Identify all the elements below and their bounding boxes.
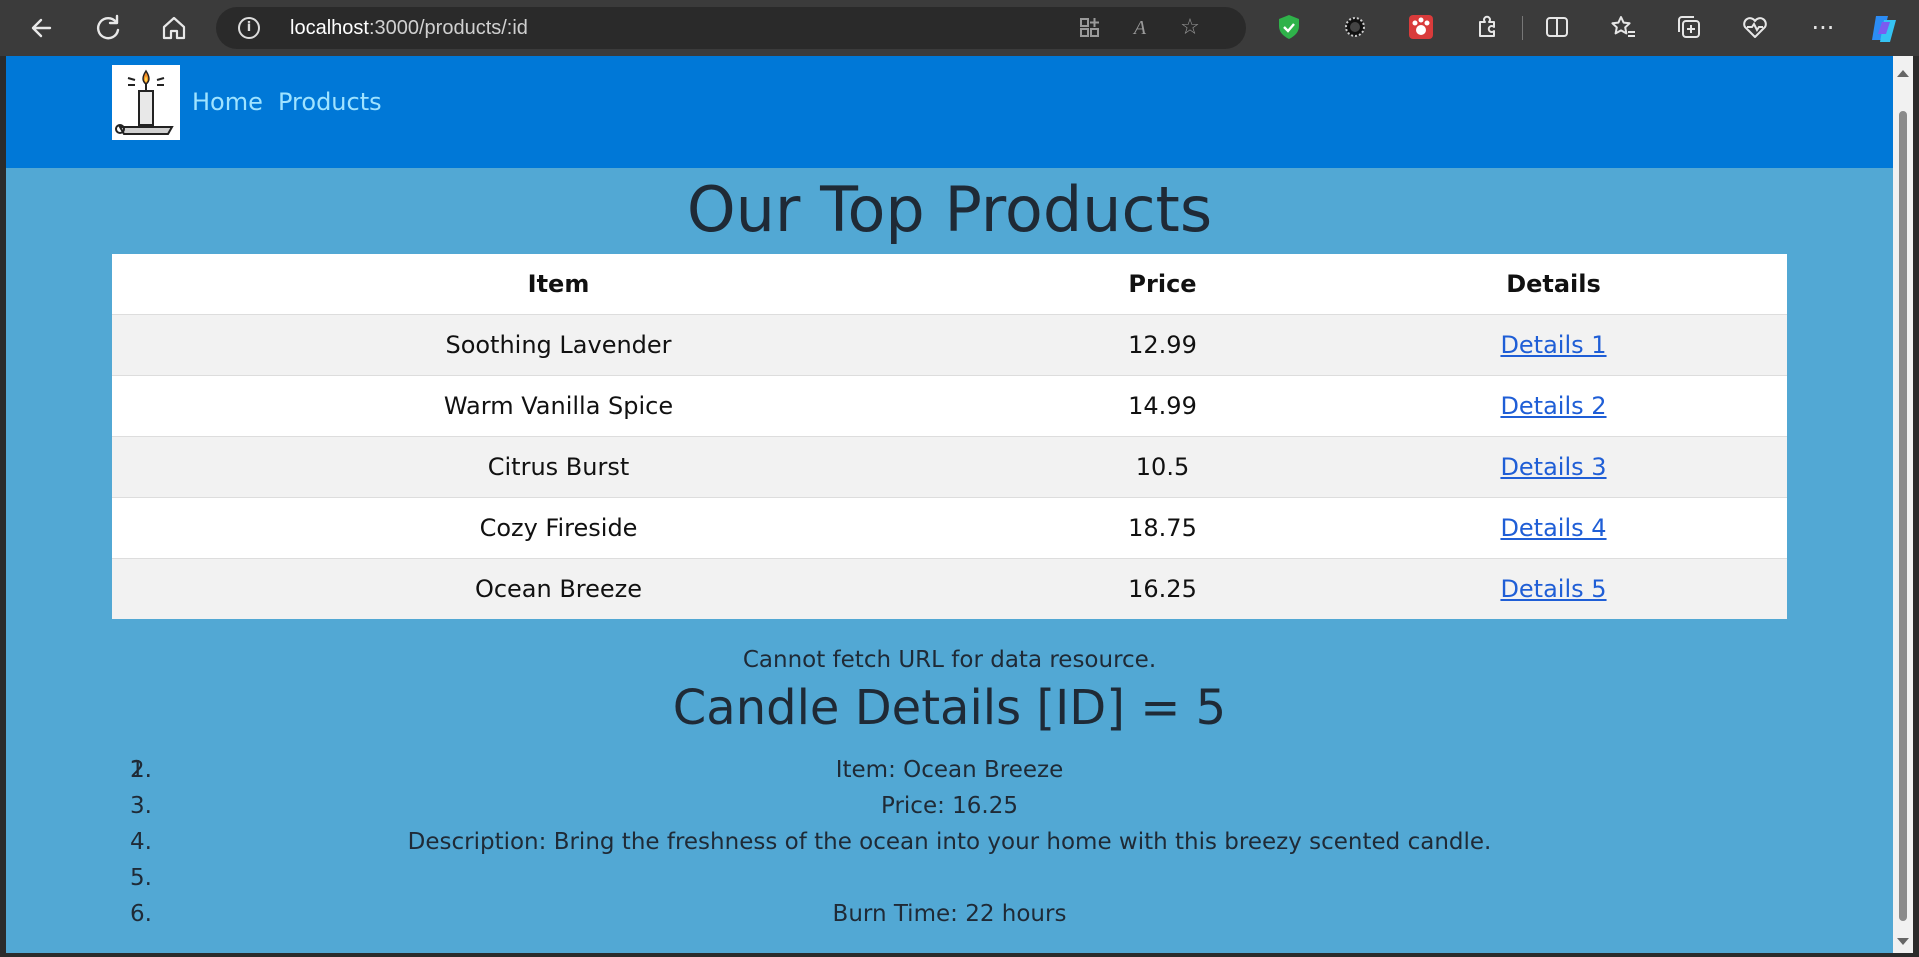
list-item: 5. xyxy=(6,860,1893,896)
details-link-5[interactable]: Details 5 xyxy=(1500,575,1606,603)
cell-details: Details 3 xyxy=(1320,436,1787,498)
details-list: 2. Item: Ocean Breeze 3. Price: 16.25 4. De… xyxy=(6,752,1893,932)
list-number: 2. xyxy=(130,757,152,783)
url-host: localhost xyxy=(290,17,369,39)
list-item-text: Burn Time: 22 hours xyxy=(832,901,1067,927)
cell-item: Citrus Burst xyxy=(112,436,1005,498)
details-title: Candle Details [ID] = 5 xyxy=(672,680,1227,736)
paw-extension-icon[interactable] xyxy=(1404,12,1438,44)
table-row: Cozy Fireside 18.75 Details 4 xyxy=(112,497,1787,559)
list-number: 3. xyxy=(130,793,152,819)
table-row: Soothing Lavender 12.99 Details 1 xyxy=(112,314,1787,376)
cell-details: Details 5 xyxy=(1320,558,1787,619)
browser-essentials-icon[interactable] xyxy=(1738,12,1772,44)
refresh-icon[interactable] xyxy=(90,10,126,46)
details-link-4[interactable]: Details 4 xyxy=(1500,514,1606,542)
split-screen-icon[interactable] xyxy=(1540,12,1574,44)
list-number: 5. xyxy=(130,865,152,891)
list-item-text: Item: Ocean Breeze xyxy=(835,757,1064,783)
more-menu-icon[interactable]: ··· xyxy=(1806,12,1840,44)
cell-details: Details 4 xyxy=(1320,497,1787,559)
cell-price: 10.5 xyxy=(1005,436,1320,498)
list-item-text: Price: 16.25 xyxy=(880,793,1018,819)
column-header-price: Price xyxy=(1128,270,1197,298)
extensions-puzzle-icon[interactable] xyxy=(1470,12,1504,44)
url-text[interactable]: localhost:3000/products/:id xyxy=(290,17,528,40)
toolbar-divider xyxy=(1522,16,1523,40)
candle-logo[interactable] xyxy=(112,65,180,140)
cell-price: 12.99 xyxy=(1005,314,1320,376)
scroll-up-arrow-icon[interactable] xyxy=(1897,70,1909,77)
list-item-text: Description: Bring the freshness of the … xyxy=(407,829,1492,855)
cell-price: 14.99 xyxy=(1005,375,1320,437)
collections-icon[interactable] xyxy=(1672,12,1706,44)
cell-item: Ocean Breeze xyxy=(112,558,1005,619)
table-header-row: Item Price Details xyxy=(112,254,1787,315)
nav-link-products[interactable]: Products xyxy=(278,88,382,116)
list-item: 4. Description: Bring the freshness of th… xyxy=(6,824,1893,860)
copilot-icon[interactable] xyxy=(1868,12,1902,44)
read-aloud-icon[interactable]: A xyxy=(1126,14,1154,42)
cell-item: Soothing Lavender xyxy=(112,314,1005,376)
details-link-3[interactable]: Details 3 xyxy=(1500,453,1606,481)
error-message: Cannot fetch URL for data resource. xyxy=(742,647,1157,673)
address-bar[interactable]: i localhost:3000/products/:id A ☆ xyxy=(216,7,1246,49)
sun-extension-icon[interactable] xyxy=(1338,12,1372,44)
list-number: 4. xyxy=(130,829,152,855)
shield-extension-icon[interactable] xyxy=(1272,12,1306,44)
cell-price: 18.75 xyxy=(1005,497,1320,559)
url-path: :3000/products/:id xyxy=(368,17,528,39)
app-available-icon[interactable] xyxy=(1076,14,1104,42)
page-viewport: Home Products Our Top Products Item Pric… xyxy=(6,56,1893,953)
favorites-icon[interactable] xyxy=(1606,12,1640,44)
scroll-down-arrow-icon[interactable] xyxy=(1897,938,1909,945)
scrollbar-thumb[interactable] xyxy=(1899,111,1907,921)
list-number: 6. xyxy=(130,901,152,927)
list-item: 3. Price: 16.25 xyxy=(6,788,1893,824)
browser-toolbar: i localhost:3000/products/:id A ☆ ··· xyxy=(0,0,1919,56)
list-item: 2. Item: Ocean Breeze xyxy=(6,752,1893,788)
cell-item: Warm Vanilla Spice xyxy=(112,375,1005,437)
site-navbar: Home Products xyxy=(6,56,1893,168)
vertical-scrollbar[interactable] xyxy=(1893,56,1913,953)
cell-price: 16.25 xyxy=(1005,558,1320,619)
cell-details: Details 1 xyxy=(1320,314,1787,376)
nav-link-home[interactable]: Home xyxy=(192,88,263,116)
favorite-star-icon[interactable]: ☆ xyxy=(1176,14,1204,42)
back-icon[interactable] xyxy=(24,10,60,46)
details-link-1[interactable]: Details 1 xyxy=(1500,331,1606,359)
products-table: Item Price Details Soothing Lavender 12.… xyxy=(112,254,1787,619)
cell-details: Details 2 xyxy=(1320,375,1787,437)
list-item: 6. Burn Time: 22 hours xyxy=(6,896,1893,932)
details-link-2[interactable]: Details 2 xyxy=(1500,392,1606,420)
table-row: Citrus Burst 10.5 Details 3 xyxy=(112,436,1787,498)
column-header-item: Item xyxy=(527,270,590,298)
table-row: Warm Vanilla Spice 14.99 Details 2 xyxy=(112,375,1787,437)
column-header-details: Details xyxy=(1506,270,1601,298)
page-title: Our Top Products xyxy=(686,173,1213,246)
site-info-icon[interactable]: i xyxy=(238,17,260,39)
home-icon[interactable] xyxy=(156,10,192,46)
cell-item: Cozy Fireside xyxy=(112,497,1005,559)
table-row: Ocean Breeze 16.25 Details 5 xyxy=(112,558,1787,619)
